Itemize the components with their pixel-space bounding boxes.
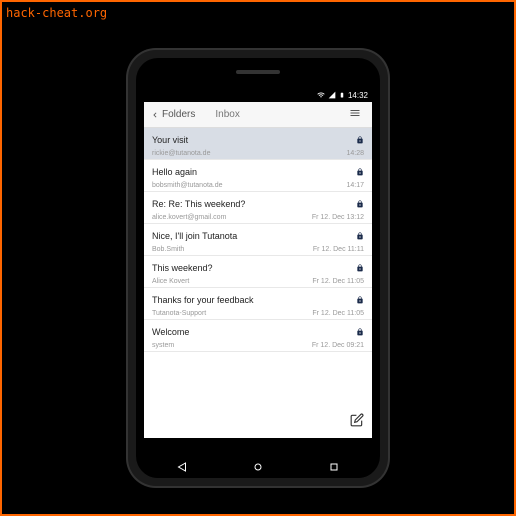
appbar: Folders Inbox bbox=[144, 102, 372, 128]
wifi-icon bbox=[317, 91, 325, 99]
email-subject: Hello again bbox=[152, 167, 197, 177]
nav-home-button[interactable] bbox=[252, 461, 264, 473]
signal-icon bbox=[328, 91, 336, 99]
email-row[interactable]: This weekend? Alice Kovert Fr 12. Dec 11… bbox=[144, 256, 372, 288]
lock-icon bbox=[356, 291, 364, 309]
email-sender: bobsmith@tutanota.de bbox=[152, 182, 223, 189]
email-row[interactable]: Your visit rickie@tutanota.de 14:28 bbox=[144, 128, 372, 160]
android-navbar bbox=[144, 456, 372, 478]
hamburger-icon bbox=[348, 107, 362, 119]
watermark: hack-cheat.org bbox=[6, 6, 107, 20]
email-row[interactable]: Thanks for your feedback Tutanota-Suppor… bbox=[144, 288, 372, 320]
email-subject: Thanks for your feedback bbox=[152, 295, 254, 305]
compose-button[interactable] bbox=[350, 413, 364, 432]
menu-button[interactable] bbox=[344, 103, 366, 126]
email-row[interactable]: Nice, I'll join Tutanota Bob.Smith Fr 12… bbox=[144, 224, 372, 256]
email-sender: Tutanota-Support bbox=[152, 310, 206, 317]
email-row[interactable]: Welcome system Fr 12. Dec 09:21 bbox=[144, 320, 372, 352]
nav-back-icon bbox=[176, 461, 188, 473]
screen: 14:32 Folders Inbox Your visit rick bbox=[144, 88, 372, 438]
statusbar: 14:32 bbox=[144, 88, 372, 102]
email-sender: Alice Kovert bbox=[152, 278, 189, 285]
email-time: 14:28 bbox=[346, 150, 364, 157]
battery-icon bbox=[339, 91, 345, 99]
nav-recent-button[interactable] bbox=[328, 461, 340, 473]
nav-home-icon bbox=[252, 461, 264, 473]
email-sender: rickie@tutanota.de bbox=[152, 150, 210, 157]
email-time: Fr 12. Dec 11:05 bbox=[312, 278, 364, 285]
compose-icon bbox=[350, 413, 364, 427]
email-subject: Welcome bbox=[152, 327, 189, 337]
phone-frame: 14:32 Folders Inbox Your visit rick bbox=[128, 50, 388, 486]
email-time: 14:17 bbox=[346, 182, 364, 189]
email-subject: Re: Re: This weekend? bbox=[152, 199, 245, 209]
email-row[interactable]: Hello again bobsmith@tutanota.de 14:17 bbox=[144, 160, 372, 192]
email-subject: This weekend? bbox=[152, 263, 213, 273]
email-time: Fr 12. Dec 11:11 bbox=[313, 246, 364, 253]
lock-icon bbox=[356, 259, 364, 277]
lock-icon bbox=[356, 195, 364, 213]
chevron-left-icon bbox=[150, 110, 160, 120]
email-time: Fr 12. Dec 09:21 bbox=[312, 342, 364, 349]
email-time: Fr 12. Dec 13:12 bbox=[312, 214, 364, 221]
email-sender: system bbox=[152, 342, 174, 349]
email-row[interactable]: Re: Re: This weekend? alice.kovert@gmail… bbox=[144, 192, 372, 224]
statusbar-time: 14:32 bbox=[348, 91, 368, 100]
email-sender: alice.kovert@gmail.com bbox=[152, 214, 226, 221]
email-time: Fr 12. Dec 11:05 bbox=[312, 310, 364, 317]
email-sender: Bob.Smith bbox=[152, 246, 184, 253]
back-label: Folders bbox=[162, 109, 195, 120]
page-title: Inbox bbox=[215, 109, 239, 120]
lock-icon bbox=[356, 131, 364, 149]
lock-icon bbox=[356, 227, 364, 245]
back-button[interactable]: Folders bbox=[150, 109, 195, 120]
lock-icon bbox=[356, 323, 364, 341]
email-subject: Nice, I'll join Tutanota bbox=[152, 231, 237, 241]
phone-inner: 14:32 Folders Inbox Your visit rick bbox=[136, 58, 380, 478]
email-subject: Your visit bbox=[152, 135, 188, 145]
lock-icon bbox=[356, 163, 364, 181]
email-list[interactable]: Your visit rickie@tutanota.de 14:28 Hell… bbox=[144, 128, 372, 438]
nav-back-button[interactable] bbox=[176, 461, 188, 473]
nav-recent-icon bbox=[328, 461, 340, 473]
phone-speaker bbox=[236, 70, 280, 74]
